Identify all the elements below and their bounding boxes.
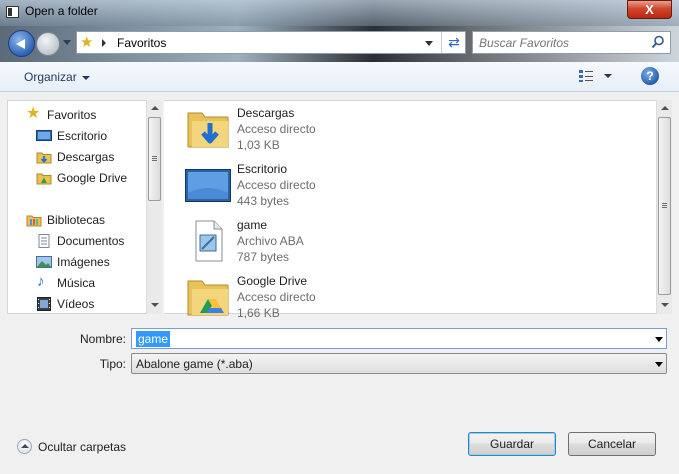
dialog-window: Open a folder X ★ Favoritos ⇄ Organizar <box>0 0 679 474</box>
star-icon: ★ <box>80 34 94 51</box>
sidebar-scrollbar[interactable] <box>146 100 162 314</box>
sidebar-item-favoritos[interactable]: ★ Favoritos <box>8 105 148 125</box>
title-bar: Open a folder X <box>0 0 679 26</box>
refresh-icon[interactable]: ⇄ <box>441 32 466 53</box>
chevron-down-icon[interactable] <box>655 362 663 367</box>
sidebar-item-documentos[interactable]: Documentos <box>8 231 148 251</box>
save-button[interactable]: Guardar <box>468 432 556 456</box>
sidebar-item-label: Descargas <box>57 150 115 164</box>
file-type: Archivo ABA <box>237 234 304 248</box>
file-name: game <box>237 218 268 232</box>
chevron-down-icon[interactable] <box>655 337 663 342</box>
file-type: Acceso directo <box>237 178 316 192</box>
view-dropdown-icon[interactable] <box>604 74 612 78</box>
pictures-icon <box>36 256 52 268</box>
address-bar[interactable]: ★ Favoritos ⇄ <box>76 31 466 54</box>
forward-arrow-icon[interactable] <box>36 32 60 56</box>
videos-icon <box>37 297 51 311</box>
file-icon <box>195 220 223 262</box>
sidebar-item-label: Escritorio <box>57 129 108 143</box>
file-list-scrollbar[interactable] <box>656 100 672 314</box>
search-input[interactable] <box>475 33 645 52</box>
file-size: 787 bytes <box>237 250 290 264</box>
file-name: Google Drive <box>237 274 308 288</box>
file-type-select[interactable]: Abalone game (*.aba) <box>131 353 667 374</box>
file-name: Descargas <box>237 106 295 120</box>
libraries-icon <box>26 215 42 227</box>
sidebar-item-descargas[interactable]: Descargas <box>8 147 148 167</box>
scroll-down-arrow-icon[interactable] <box>657 297 673 313</box>
scroll-thumb[interactable] <box>658 117 671 295</box>
scroll-up-arrow-icon[interactable] <box>147 100 163 116</box>
cancel-button[interactable]: Cancelar <box>568 432 656 456</box>
sidebar-item-label: Bibliotecas <box>47 213 106 227</box>
back-arrow-icon[interactable] <box>8 30 35 57</box>
sidebar-item-label: Música <box>57 276 96 290</box>
navigation-pane: ★ Favoritos Escritorio Descargas Google <box>7 100 162 314</box>
sidebar-item-label: Vídeos <box>57 297 95 311</box>
scroll-thumb[interactable] <box>148 117 161 201</box>
grip-icon <box>152 156 157 157</box>
organize-menu[interactable]: Organizar <box>24 70 90 84</box>
sidebar-item-label: Documentos <box>57 234 125 248</box>
view-options-icon[interactable] <box>578 69 594 83</box>
file-name-value[interactable]: game <box>136 331 171 347</box>
desktop-icon <box>185 169 231 202</box>
file-name: Escritorio <box>237 162 288 176</box>
breadcrumb[interactable]: Favoritos <box>117 36 166 50</box>
address-dropdown-icon[interactable] <box>425 41 433 46</box>
dialog-body: Organizar ? ★ Favoritos Escritorio Desca… <box>0 62 679 474</box>
file-size: 443 bytes <box>237 194 290 208</box>
app-icon <box>6 6 19 18</box>
google-drive-icon <box>36 173 52 185</box>
type-label: Tipo: <box>99 357 126 371</box>
file-size: 1,03 KB <box>237 138 280 152</box>
file-item-google-drive[interactable]: Google Drive Acceso directo 1,66 KB <box>182 271 482 325</box>
file-size: 1,66 KB <box>237 306 280 320</box>
sidebar-item-escritorio[interactable]: Escritorio <box>8 126 148 146</box>
documents-icon <box>38 234 50 248</box>
chevron-up-icon <box>17 439 32 454</box>
downloads-folder-icon <box>36 152 52 164</box>
window-title: Open a folder <box>25 4 98 18</box>
name-label: Nombre: <box>79 332 126 346</box>
file-type: Acceso directo <box>237 290 316 304</box>
sidebar-item-videos[interactable]: Vídeos <box>8 294 148 314</box>
music-icon: ♪ <box>37 273 45 290</box>
hide-folders-label: Ocultar carpetas <box>38 440 127 454</box>
downloads-folder-icon <box>187 112 229 148</box>
desktop-icon <box>36 130 52 141</box>
file-type: Acceso directo <box>237 122 316 136</box>
file-item-descargas[interactable]: Descargas Acceso directo 1,03 KB <box>182 103 482 157</box>
sidebar-item-bibliotecas[interactable]: Bibliotecas <box>8 210 148 230</box>
google-drive-icon <box>187 280 229 316</box>
history-dropdown-icon[interactable] <box>63 40 71 45</box>
file-item-escritorio[interactable]: Escritorio Acceso directo 443 bytes <box>182 159 482 213</box>
close-button[interactable]: X <box>627 0 672 19</box>
breadcrumb-arrow-icon[interactable] <box>102 39 106 47</box>
grip-icon <box>662 203 667 204</box>
navigation-bar: ★ Favoritos ⇄ <box>0 26 679 62</box>
sidebar-item-label: Google Drive <box>57 171 128 185</box>
file-item-game[interactable]: game Archivo ABA 787 bytes <box>182 215 482 269</box>
sidebar-item-google-drive[interactable]: Google Drive <box>8 168 148 188</box>
star-icon: ★ <box>26 105 41 122</box>
sidebar-item-label: Imágenes <box>57 255 110 269</box>
sidebar-item-musica[interactable]: ♪ Música <box>8 273 148 293</box>
scroll-up-arrow-icon[interactable] <box>657 100 673 116</box>
sidebar-item-label: Favoritos <box>47 108 97 122</box>
file-list: Descargas Acceso directo 1,03 KB Escrito… <box>164 100 659 320</box>
sidebar-item-imagenes[interactable]: Imágenes <box>8 252 148 272</box>
search-icon[interactable] <box>651 35 665 49</box>
scroll-down-arrow-icon[interactable] <box>147 297 163 313</box>
command-bar: Organizar ? <box>0 62 679 92</box>
file-name-input[interactable]: game <box>131 328 667 349</box>
help-icon[interactable]: ? <box>641 67 659 85</box>
search-box[interactable] <box>472 31 671 54</box>
file-type-value: Abalone game (*.aba) <box>136 357 253 371</box>
